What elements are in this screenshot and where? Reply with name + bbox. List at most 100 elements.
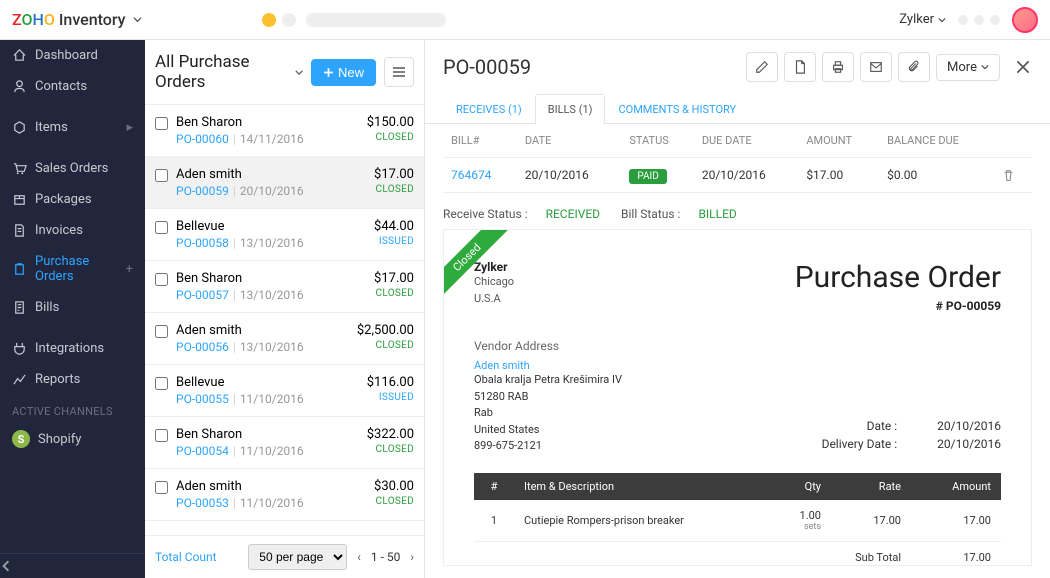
row-po-link[interactable]: PO-00056 [176,340,229,354]
row-vendor: Ben Sharon [176,271,366,286]
email-button[interactable] [860,52,892,82]
new-po-button[interactable]: New [311,59,376,86]
edit-button[interactable] [746,52,778,82]
avatar[interactable] [1012,7,1038,33]
bills-header: DUE DATE [694,124,798,158]
row-po-link[interactable]: PO-00053 [176,496,229,510]
tab-bills[interactable]: BILLS (1) [535,94,606,124]
vendor-name[interactable]: Aden smith [474,359,622,372]
row-vendor: Ben Sharon [176,115,359,130]
pager-prev-button[interactable]: ‹ [357,550,361,564]
add-button[interactable]: + [126,262,133,277]
attach-button[interactable] [898,52,930,82]
row-amount: $2,500.00 [357,323,414,338]
org-switcher[interactable]: Zylker [899,12,946,27]
row-checkbox[interactable] [155,221,168,234]
hamburger-icon [392,66,406,78]
po-row[interactable]: Aden smithPO-00056|13/10/2016$2,500.00CL… [145,313,424,365]
line-item-row: 1Cutiepie Rompers-prison breaker1.00sets… [474,500,1001,542]
row-amount: $150.00 [367,115,414,130]
paperclip-icon [907,60,921,74]
row-vendor: Aden smith [176,167,366,182]
row-checkbox[interactable] [155,377,168,390]
collapse-sidebar-button[interactable] [0,553,145,578]
delete-bill-button[interactable] [1002,169,1024,182]
more-button[interactable]: More [936,54,1000,81]
sidebar-item-label: Integrations [35,341,104,356]
bill-status-label: Bill Status : [621,207,680,221]
row-po-link[interactable]: PO-00059 [176,184,229,198]
sidebar-item-bills[interactable]: Bills [0,292,145,323]
row-vendor: Aden smith [176,479,366,494]
per-page-select[interactable]: 50 per page [248,544,347,570]
close-icon [1014,58,1032,76]
sidebar-item-label: Bills [35,300,59,315]
vendor-addr-1: Obala kralja Petra Krešimira IV [474,372,622,389]
row-status: CLOSED [367,132,414,143]
sidebar-item-label: Purchase Orders [35,254,118,284]
tab-comments[interactable]: COMMENTS & HISTORY [605,94,749,124]
bills-header: AMOUNT [798,124,879,158]
sidebar-item-invoices[interactable]: Invoices [0,215,145,246]
row-po-link[interactable]: PO-00058 [176,236,229,250]
row-po-link[interactable]: PO-00057 [176,288,229,302]
po-row[interactable]: BellevuePO-00058|13/10/2016$44.00ISSUED [145,209,424,261]
pdf-button[interactable] [784,52,816,82]
row-date: 13/10/2016 [240,288,304,302]
sidebar-item-purchase-orders[interactable]: Purchase Orders + [0,246,145,292]
brand[interactable]: ZOHO Inventory [12,10,142,29]
sidebar-item-contacts[interactable]: Contacts [0,71,145,102]
row-checkbox[interactable] [155,273,168,286]
row-amount: $30.00 [374,479,414,494]
list-title[interactable]: All Purchase Orders [155,52,303,92]
list-menu-button[interactable] [384,57,414,87]
search-placeholder [306,13,446,27]
row-po-link[interactable]: PO-00060 [176,132,229,146]
sidebar-item-dashboard[interactable]: Dashboard [0,40,145,71]
detail-title: PO-00059 [443,55,740,79]
bill-row[interactable]: 76467420/10/2016PAID20/10/2016$17.00$0.0… [443,158,1032,193]
total-count-link[interactable]: Total Count [155,550,217,564]
print-button[interactable] [822,52,854,82]
sidebar-item-packages[interactable]: Packages [0,184,145,215]
sidebar-item-label: Reports [35,372,80,387]
row-checkbox[interactable] [155,117,168,130]
row-checkbox[interactable] [155,429,168,442]
row-checkbox[interactable] [155,481,168,494]
sidebar-item-reports[interactable]: Reports [0,364,145,395]
tab-receives[interactable]: RECEIVES (1) [443,94,535,124]
close-button[interactable] [1014,58,1032,76]
row-po-link[interactable]: PO-00054 [176,444,229,458]
po-row[interactable]: Ben SharonPO-00054|11/10/2016$322.00CLOS… [145,417,424,469]
sidebar-item-label: Dashboard [35,48,98,63]
sidebar-item-label: Contacts [35,79,87,94]
chevron-down-icon [981,63,989,71]
chevron-right-icon: ▸ [126,120,133,135]
row-date: 20/10/2016 [240,184,304,198]
vendor-header: Vendor Address [474,339,622,353]
po-row[interactable]: Ben SharonPO-00057|13/10/2016$17.00CLOSE… [145,261,424,313]
sidebar-item-items[interactable]: Items▸ [0,112,145,143]
channel-shopify[interactable]: SShopify [0,422,145,456]
pager-next-button[interactable]: › [410,550,414,564]
po-row[interactable]: Aden smithPO-00059|20/10/2016$17.00CLOSE… [145,157,424,209]
row-amount: $322.00 [367,427,414,442]
sidebar-item-sales-orders[interactable]: Sales Orders [0,153,145,184]
po-row[interactable]: BellevuePO-00055|11/10/2016$116.00ISSUED [145,365,424,417]
row-amount: $17.00 [374,167,414,182]
decorative-dots [958,15,1000,25]
po-row[interactable]: Ben SharonPO-00060|14/11/2016$150.00CLOS… [145,105,424,157]
row-po-link[interactable]: PO-00055 [176,392,229,406]
subtotal-label: Sub Total [474,541,911,566]
row-date: 14/11/2016 [240,132,304,146]
shopify-icon: S [12,430,30,448]
sidebar-section-label: ACTIVE CHANNELS [0,395,145,422]
printer-icon [831,60,845,74]
row-checkbox[interactable] [155,325,168,338]
sidebar-item-integrations[interactable]: Integrations [0,333,145,364]
row-amount: $116.00 [367,375,414,390]
row-checkbox[interactable] [155,169,168,182]
bill-status-value: BILLED [698,207,736,221]
bill-link[interactable]: 764674 [451,168,491,182]
po-row[interactable]: Aden smithPO-00053|11/10/2016$30.00CLOSE… [145,469,424,521]
